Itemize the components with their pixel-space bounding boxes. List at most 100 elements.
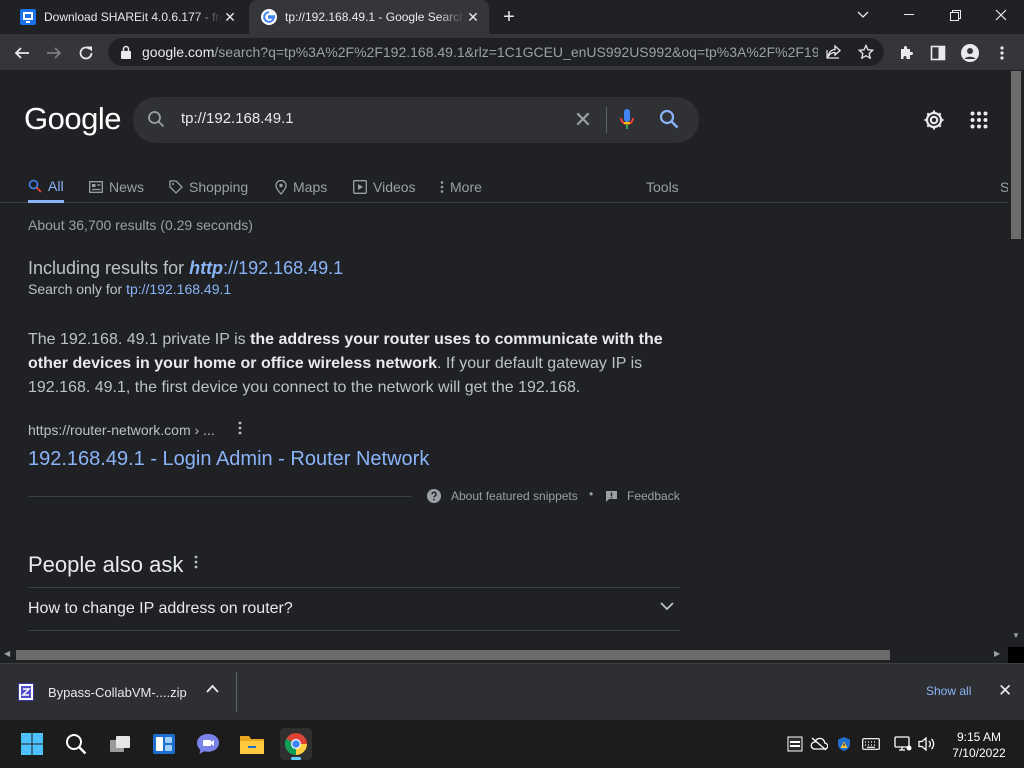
cloud-offline-icon[interactable] bbox=[810, 736, 828, 752]
corrected-query-link[interactable]: http://192.168.49.1 bbox=[189, 258, 343, 278]
search-box[interactable]: tp://192.168.49.1 ✕ bbox=[133, 97, 699, 143]
keyboard-icon[interactable] bbox=[862, 736, 880, 752]
vertical-scrollbar[interactable]: ▲ ▼ bbox=[1008, 71, 1024, 647]
map-pin-icon bbox=[275, 179, 287, 195]
close-tab-icon[interactable]: ✕ bbox=[465, 9, 481, 25]
restore-button[interactable] bbox=[932, 0, 978, 30]
file-explorer-icon[interactable] bbox=[236, 728, 268, 760]
play-icon bbox=[353, 180, 367, 194]
search-submit-icon[interactable] bbox=[659, 109, 679, 129]
zip-file-icon bbox=[18, 683, 34, 701]
horizontal-scroll-thumb[interactable] bbox=[16, 650, 890, 660]
hfs-tray-icon[interactable] bbox=[786, 736, 804, 752]
chevron-down-icon[interactable] bbox=[660, 602, 674, 611]
clock-date: 7/10/2022 bbox=[952, 746, 1006, 760]
tab-shopping[interactable]: Shopping bbox=[169, 172, 248, 202]
snippet-divider bbox=[28, 496, 412, 497]
volume-speaker-icon[interactable] bbox=[918, 736, 936, 752]
tab-all[interactable]: All bbox=[28, 172, 64, 203]
extensions-puzzle-icon[interactable] bbox=[893, 40, 919, 66]
shareit-favicon-icon bbox=[20, 9, 36, 25]
lock-icon bbox=[121, 45, 131, 59]
download-shelf: Bypass-CollabVM-....zip Show all ✕ bbox=[0, 663, 1024, 720]
reload-button[interactable] bbox=[73, 40, 99, 66]
widgets-icon[interactable] bbox=[148, 728, 180, 760]
browser-menu-kebab-icon[interactable] bbox=[989, 40, 1015, 66]
separator-dot: • bbox=[589, 487, 594, 501]
clear-search-icon[interactable]: ✕ bbox=[571, 107, 595, 132]
profile-avatar-icon[interactable] bbox=[957, 40, 983, 66]
paa-more-icon[interactable] bbox=[194, 555, 198, 574]
windows-taskbar: 9:15 AM 7/10/2022 bbox=[0, 720, 1024, 768]
share-icon[interactable] bbox=[824, 42, 844, 62]
taskbar-clock[interactable]: 9:15 AM 7/10/2022 bbox=[944, 729, 1014, 761]
close-shelf-icon[interactable]: ✕ bbox=[998, 681, 1012, 701]
result-more-icon[interactable] bbox=[232, 421, 248, 439]
address-bar[interactable]: google.com/search?q=tp%3A%2F%2F192.168.4… bbox=[108, 38, 884, 66]
vertical-scroll-thumb[interactable] bbox=[1011, 71, 1021, 239]
search-nav-tabs: All News Shopping Maps Videos More Tools… bbox=[0, 169, 1008, 203]
tab-search-chevron-icon[interactable] bbox=[840, 0, 886, 30]
paa-divider bbox=[28, 587, 680, 588]
tab-shareit[interactable]: Download SHAREit 4.0.6.177 - free ✕ bbox=[8, 0, 246, 34]
paa-question[interactable]: How to change IP address on router? bbox=[28, 600, 293, 618]
news-icon bbox=[89, 181, 103, 193]
microphone-icon[interactable] bbox=[619, 108, 635, 132]
network-monitor-icon[interactable] bbox=[894, 736, 912, 752]
feedback-link[interactable]: Feedback bbox=[605, 489, 680, 503]
tab-google-search[interactable]: tp://192.168.49.1 - Google Search ✕ bbox=[249, 0, 489, 34]
scroll-down-arrow-icon[interactable]: ▼ bbox=[1008, 631, 1024, 640]
browser-toolbar: google.com/search?q=tp%3A%2F%2F192.168.4… bbox=[0, 34, 1024, 71]
task-view-icon[interactable] bbox=[104, 728, 136, 760]
settings-gear-icon[interactable] bbox=[922, 108, 946, 132]
tab-more[interactable]: More bbox=[440, 172, 482, 202]
tab-cut-off[interactable]: S bbox=[1000, 172, 1008, 202]
kebab-icon bbox=[440, 180, 444, 194]
paa-divider bbox=[28, 630, 680, 631]
clock-time: 9:15 AM bbox=[956, 730, 1002, 744]
close-window-button[interactable] bbox=[978, 0, 1024, 30]
scroll-right-arrow-icon[interactable]: ▶ bbox=[994, 649, 1000, 658]
download-filename: Bypass-CollabVM-....zip bbox=[48, 684, 187, 700]
new-tab-button[interactable]: + bbox=[498, 6, 520, 28]
result-url-cite[interactable]: https://router-network.com › ... bbox=[28, 422, 215, 438]
close-tab-icon[interactable]: ✕ bbox=[222, 9, 238, 25]
original-query-link[interactable]: tp://192.168.49.1 bbox=[126, 281, 231, 297]
chrome-taskbar-icon[interactable] bbox=[280, 728, 312, 760]
minimize-button[interactable] bbox=[886, 0, 932, 30]
side-panel-icon[interactable] bbox=[925, 40, 951, 66]
tab-videos[interactable]: Videos bbox=[353, 172, 416, 202]
tab-maps[interactable]: Maps bbox=[275, 172, 327, 202]
show-all-downloads-button[interactable]: Show all bbox=[926, 684, 971, 698]
chevron-up-icon[interactable] bbox=[206, 684, 219, 693]
search-input[interactable]: tp://192.168.49.1 bbox=[181, 110, 294, 127]
search-divider bbox=[606, 107, 607, 133]
scrollbar-corner bbox=[1008, 647, 1024, 663]
tools-button[interactable]: Tools bbox=[646, 172, 679, 202]
apps-grid-icon[interactable] bbox=[970, 111, 988, 129]
tab-title: tp://192.168.49.1 - Google Search bbox=[285, 10, 465, 24]
start-windows-icon[interactable] bbox=[16, 728, 48, 760]
tab-title: Download SHAREit 4.0.6.177 - free bbox=[44, 10, 222, 24]
tab-strip: Download SHAREit 4.0.6.177 - free ✕ tp:/… bbox=[0, 0, 1024, 34]
taskbar-search-icon[interactable] bbox=[60, 728, 92, 760]
tab-news[interactable]: News bbox=[89, 172, 144, 202]
scroll-left-arrow-icon[interactable]: ◀ bbox=[4, 649, 10, 658]
horizontal-scrollbar[interactable]: ◀ ▶ bbox=[0, 647, 1008, 663]
teams-chat-icon[interactable] bbox=[192, 728, 224, 760]
forward-button[interactable] bbox=[41, 40, 67, 66]
download-item[interactable]: Bypass-CollabVM-....zip bbox=[18, 683, 187, 701]
including-results: Including results for http://192.168.49.… bbox=[28, 258, 344, 278]
about-featured-snippets[interactable]: About featured snippets bbox=[427, 489, 578, 503]
google-favicon-icon bbox=[261, 9, 277, 25]
people-also-ask-heading: People also ask bbox=[28, 552, 184, 577]
search-icon bbox=[28, 179, 42, 193]
tag-icon bbox=[169, 180, 183, 194]
result-title-link[interactable]: 192.168.49.1 - Login Admin - Router Netw… bbox=[28, 448, 429, 471]
bookmark-star-icon[interactable] bbox=[856, 42, 876, 62]
search-results-page: Google tp://192.168.49.1 ✕ All News Shop… bbox=[0, 71, 1008, 647]
security-shield-icon[interactable] bbox=[835, 736, 853, 752]
back-button[interactable] bbox=[9, 40, 35, 66]
google-logo[interactable]: Google bbox=[24, 101, 121, 137]
download-separator bbox=[236, 672, 237, 712]
